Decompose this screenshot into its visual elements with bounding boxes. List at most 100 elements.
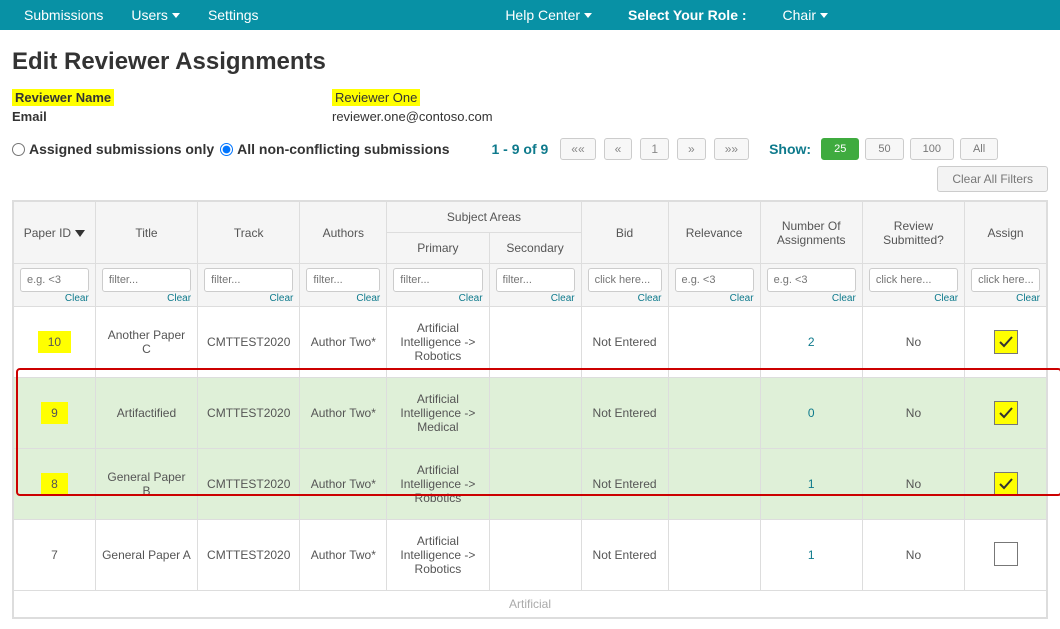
show-25[interactable]: 25 <box>821 138 859 160</box>
cell-bid: Not Entered <box>581 520 668 591</box>
nav-submissions[interactable]: Submissions <box>10 7 117 23</box>
cell-review: No <box>862 307 964 378</box>
sort-desc-icon <box>75 230 85 237</box>
caret-down-icon <box>172 13 180 18</box>
cell-authors: Author Two* <box>300 449 387 520</box>
clear-filter[interactable]: Clear <box>393 293 482 304</box>
col-title[interactable]: Title <box>95 202 197 264</box>
cell-secondary <box>489 449 581 520</box>
clear-filter[interactable]: Clear <box>496 293 575 304</box>
cell-relevance <box>668 520 760 591</box>
assign-checkbox[interactable] <box>994 330 1018 354</box>
caret-down-icon <box>584 13 592 18</box>
paper-id: 7 <box>51 548 58 562</box>
caret-down-icon <box>820 13 828 18</box>
clear-filter[interactable]: Clear <box>204 293 293 304</box>
col-primary[interactable]: Primary <box>387 233 489 264</box>
paper-id: 8 <box>41 473 68 495</box>
clear-filter[interactable]: Clear <box>588 293 662 304</box>
cell-num-link[interactable]: 1 <box>808 477 815 491</box>
nav-settings[interactable]: Settings <box>194 7 273 23</box>
cell-secondary <box>489 307 581 378</box>
reviewer-name-label: Reviewer Name <box>12 89 114 106</box>
col-authors[interactable]: Authors <box>300 202 387 264</box>
assign-checkbox[interactable] <box>994 401 1018 425</box>
filter-title[interactable] <box>102 268 191 292</box>
cell-bid: Not Entered <box>581 449 668 520</box>
clear-filter[interactable]: Clear <box>675 293 754 304</box>
nav-help[interactable]: Help Center <box>491 7 606 23</box>
cell-secondary <box>489 520 581 591</box>
pager-prev[interactable]: « <box>604 138 633 160</box>
show-all[interactable]: All <box>960 138 998 160</box>
clear-filter[interactable]: Clear <box>102 293 191 304</box>
topbar: Submissions Users Settings Help Center S… <box>0 0 1060 30</box>
cell-track: CMTTEST2020 <box>198 378 300 449</box>
cell-relevance <box>668 449 760 520</box>
cell-num-link[interactable]: 2 <box>808 335 815 349</box>
show-100[interactable]: 100 <box>910 138 954 160</box>
cell-relevance <box>668 307 760 378</box>
cell-title: Another Paper C <box>95 307 197 378</box>
pager-page[interactable]: 1 <box>640 138 669 160</box>
col-secondary[interactable]: Secondary <box>489 233 581 264</box>
clear-filter[interactable]: Clear <box>306 293 380 304</box>
show-label: Show: <box>769 141 811 157</box>
cell-review: No <box>862 520 964 591</box>
clear-filter[interactable]: Clear <box>767 293 856 304</box>
radio-all[interactable]: All non-conflicting submissions <box>220 141 449 157</box>
assign-checkbox[interactable] <box>994 542 1018 566</box>
col-num-assign[interactable]: Number Of Assignments <box>760 202 862 264</box>
cell-authors: Author Two* <box>300 378 387 449</box>
filter-paper-id[interactable] <box>20 268 89 292</box>
email-value: reviewer.one@contoso.com <box>332 109 493 124</box>
cell-authors: Author Two* <box>300 520 387 591</box>
paper-id: 9 <box>41 402 68 424</box>
cell-bid: Not Entered <box>581 378 668 449</box>
filter-relevance[interactable] <box>675 268 754 292</box>
cell-num-link[interactable]: 0 <box>808 406 815 420</box>
col-relevance[interactable]: Relevance <box>668 202 760 264</box>
role-label: Select Your Role : <box>614 7 761 23</box>
cell-bid: Not Entered <box>581 307 668 378</box>
filter-authors[interactable] <box>306 268 380 292</box>
col-bid[interactable]: Bid <box>581 202 668 264</box>
filter-review[interactable] <box>869 268 958 292</box>
col-review[interactable]: Review Submitted? <box>862 202 964 264</box>
pager-first[interactable]: «« <box>560 138 595 160</box>
clear-all-filters[interactable]: Clear All Filters <box>937 166 1048 192</box>
clear-filter[interactable]: Clear <box>869 293 958 304</box>
pager-last[interactable]: »» <box>714 138 749 160</box>
filter-num[interactable] <box>767 268 856 292</box>
table-row: 10 Another Paper CCMTTEST2020Author Two*A… <box>14 307 1047 378</box>
cell-primary: Artificial Intelligence -> Medical <box>387 378 489 449</box>
cell-title: General Paper B <box>95 449 197 520</box>
pager-next[interactable]: » <box>677 138 706 160</box>
filter-bid[interactable] <box>588 268 662 292</box>
cell-authors: Author Two* <box>300 307 387 378</box>
clear-filter[interactable]: Clear <box>971 293 1040 304</box>
cell-track: CMTTEST2020 <box>198 307 300 378</box>
col-subject: Subject Areas <box>387 202 581 233</box>
role-select[interactable]: Chair <box>769 7 842 23</box>
cell-title: Artifactified <box>95 378 197 449</box>
col-assign[interactable]: Assign <box>965 202 1047 264</box>
assign-checkbox[interactable] <box>994 472 1018 496</box>
cell-review: No <box>862 449 964 520</box>
cell-primary: Artificial Intelligence -> Robotics <box>387 307 489 378</box>
filter-primary[interactable] <box>393 268 482 292</box>
paper-id: 10 <box>38 331 71 353</box>
col-paper-id[interactable]: Paper ID <box>14 202 96 264</box>
radio-assigned[interactable]: Assigned submissions only <box>12 141 214 157</box>
cell-secondary <box>489 378 581 449</box>
filter-assign[interactable] <box>971 268 1040 292</box>
cell-num-link[interactable]: 1 <box>808 548 815 562</box>
filter-track[interactable] <box>204 268 293 292</box>
nav-users[interactable]: Users <box>117 7 194 23</box>
table-row: 9 ArtifactifiedCMTTEST2020Author Two*Arti… <box>14 378 1047 449</box>
show-50[interactable]: 50 <box>865 138 903 160</box>
filter-secondary[interactable] <box>496 268 575 292</box>
clear-filter[interactable]: Clear <box>20 293 89 304</box>
col-track[interactable]: Track <box>198 202 300 264</box>
email-label: Email <box>12 109 332 124</box>
